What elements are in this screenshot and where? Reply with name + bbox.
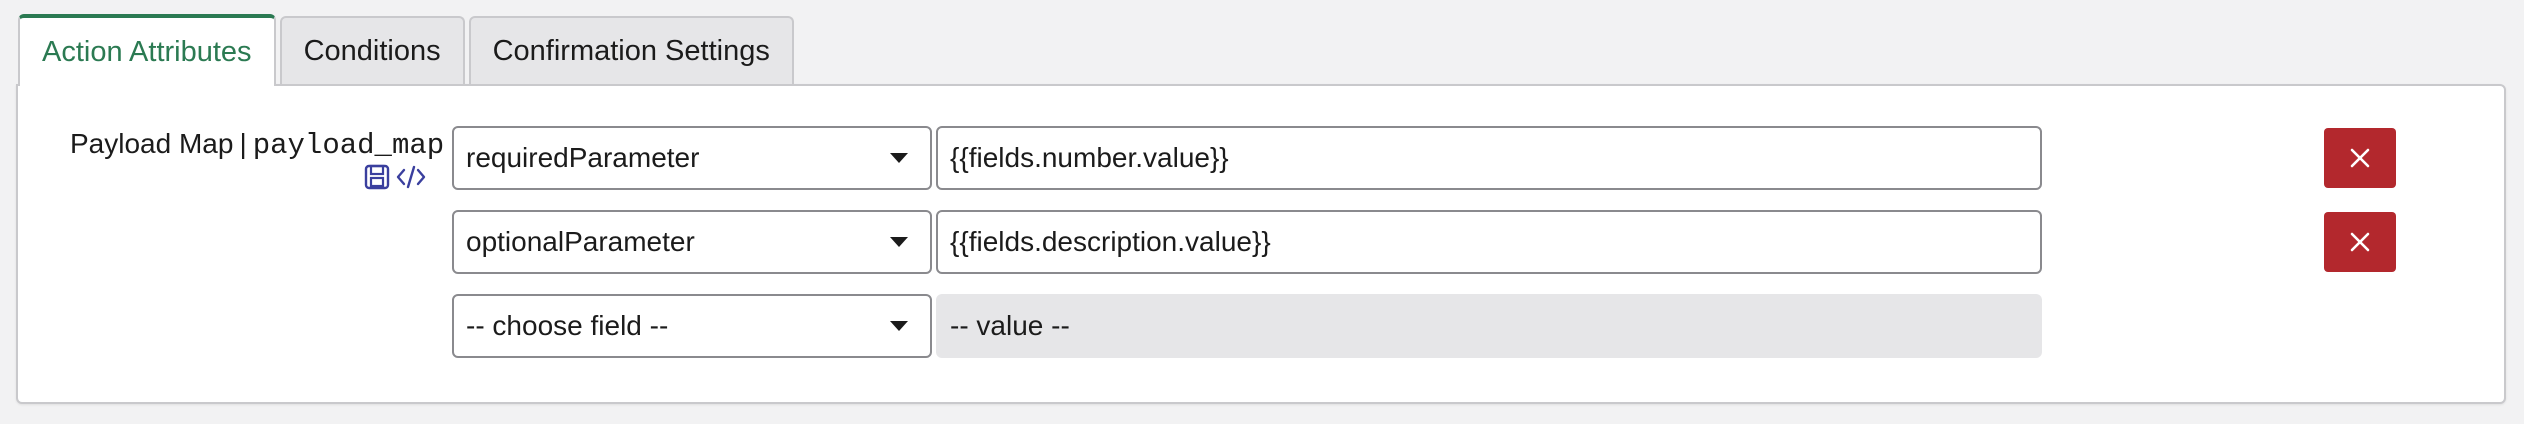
choose-field-select[interactable]: -- choose field --: [452, 294, 932, 358]
value-input[interactable]: {{fields.description.value}}: [936, 210, 2042, 274]
save-icon[interactable]: [364, 164, 390, 190]
label-separator: |: [239, 128, 247, 159]
value-placeholder-text: -- value --: [950, 310, 1070, 341]
value-input-text: {{fields.number.value}}: [950, 142, 1229, 173]
value-input[interactable]: {{fields.number.value}}: [936, 126, 2042, 190]
field-code-name: payload_map: [252, 129, 445, 162]
field-select-value: requiredParameter: [466, 142, 700, 173]
code-icon[interactable]: [396, 164, 426, 190]
field-select[interactable]: requiredParameter: [452, 126, 932, 190]
chevron-down-icon: [890, 237, 908, 247]
tab-confirmation-settings[interactable]: Confirmation Settings: [468, 16, 794, 84]
value-field-disabled: -- value --: [936, 294, 2042, 358]
tab-bar: Action Attributes Conditions Confirmatio…: [18, 14, 794, 86]
payload-row: optionalParameter {{fields.description.v…: [452, 210, 2042, 274]
tab-conditions[interactable]: Conditions: [279, 16, 465, 84]
payload-row: requiredParameter {{fields.number.value}…: [452, 126, 2042, 190]
chevron-down-icon: [890, 153, 908, 163]
close-icon: [2350, 232, 2370, 252]
field-label-text: Payload Map: [70, 128, 234, 159]
remove-row-button[interactable]: [2324, 128, 2396, 188]
choose-field-placeholder: -- choose field --: [466, 310, 669, 341]
chevron-down-icon: [890, 321, 908, 331]
field-select[interactable]: optionalParameter: [452, 210, 932, 274]
field-label-icons: [364, 164, 426, 190]
field-select-value: optionalParameter: [466, 226, 695, 257]
value-input-text: {{fields.description.value}}: [950, 226, 1271, 257]
remove-row-button[interactable]: [2324, 212, 2396, 272]
payload-map-label: Payload Map | payload_map: [70, 128, 444, 162]
new-payload-row: -- choose field -- -- value --: [452, 294, 2042, 358]
close-icon: [2350, 148, 2370, 168]
tab-action-attributes[interactable]: Action Attributes: [18, 14, 276, 86]
